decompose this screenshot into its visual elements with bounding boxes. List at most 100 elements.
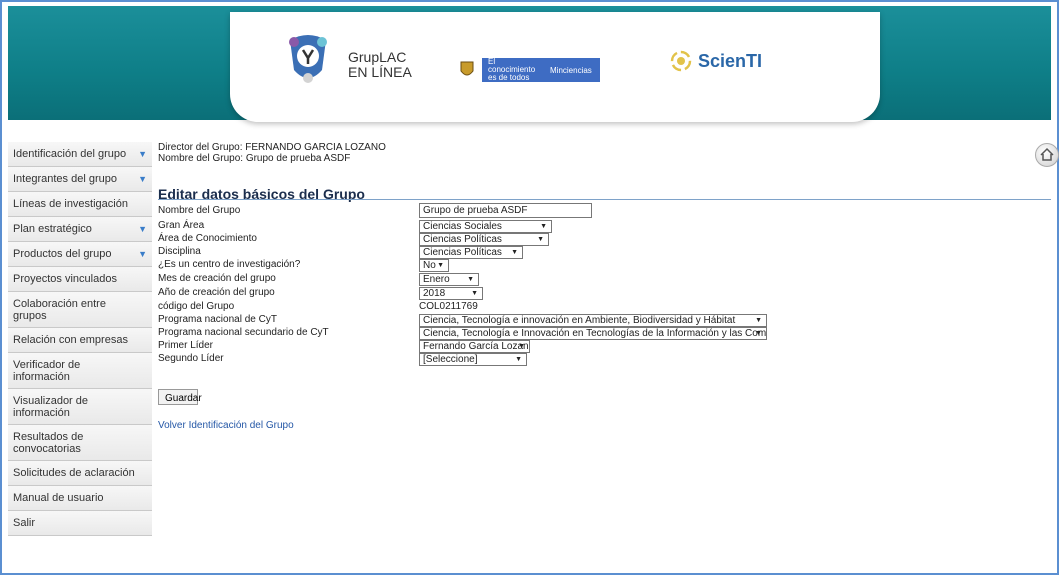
select-value: No [423,260,436,271]
sidebar-item-label: Productos del grupo [13,248,112,260]
chevron-down-icon: ▼ [138,249,147,259]
chevron-down-icon: ▼ [755,330,762,337]
chevron-down-icon: ▼ [518,343,525,350]
title-divider [158,199,1051,200]
gruplac-logo-icon [289,35,327,83]
sidebar-item-label: Resultados de convocatorias [13,430,84,455]
group-name-line: Nombre del Grupo: Grupo de prueba ASDF [158,153,386,164]
codigo-value: COL0211769 [419,301,478,312]
disciplina-select[interactable]: Ciencias Políticas ▼ [419,246,523,259]
select-value: Ciencias Políticas [423,234,502,245]
site-header: GrupLAC EN LÍNEA El conocimiento es de t… [8,6,1051,122]
chevron-down-icon: ▼ [537,236,544,243]
label-programa-sec: Programa nacional secundario de CyT [158,327,329,338]
programa-secundario-select[interactable]: Ciencia, Tecnología e Innovación en Tecn… [419,327,767,340]
sidebar-item-label: Manual de usuario [13,492,104,504]
gruplac-line1: GrupLAC [348,49,407,65]
select-value: Fernando García Lozano [423,341,530,352]
select-value: Ciencia, Tecnología e innovación en Ambi… [423,315,736,326]
chevron-down-icon: ▼ [755,317,762,324]
sidebar-item-visualizador[interactable]: Visualizador de información [8,389,152,425]
centro-select[interactable]: No ▼ [419,259,449,272]
chevron-down-icon: ▼ [511,249,518,256]
label-gran-area: Gran Área [158,220,205,231]
select-value: Ciencias Sociales [423,221,502,232]
chevron-down-icon: ▼ [138,174,147,184]
sidebar-item-productos[interactable]: Productos del grupo ▼ [8,242,152,267]
sidebar-item-solicitudes[interactable]: Solicitudes de aclaración [8,461,152,486]
director-value: FERNANDO GARCIA LOZANO [245,142,386,153]
select-value: Enero [423,274,450,285]
scienti-swirl-icon [670,50,692,72]
sidebar-item-resultados[interactable]: Resultados de convocatorias [8,425,152,461]
sidebar-item-integrantes[interactable]: Integrantes del grupo ▼ [8,167,152,192]
sidebar-item-label: Salir [13,517,36,529]
sidebar-item-label: Proyectos vinculados [13,273,117,285]
sidebar-item-identificacion[interactable]: Identificación del grupo ▼ [8,142,152,167]
label-disciplina: Disciplina [158,246,201,257]
colombia-shield-icon [460,61,474,76]
sidebar-item-label: Solicitudes de aclaración [13,467,135,479]
sidebar-item-verificador[interactable]: Verificador de información [8,353,152,389]
segundo-lider-select[interactable]: [Seleccione] ▼ [419,353,527,366]
back-link[interactable]: Volver Identificación del Grupo [158,420,294,431]
label-centro: ¿Es un centro de investigación? [158,259,301,270]
chevron-down-icon: ▼ [138,149,147,159]
label-programa: Programa nacional de CyT [158,314,277,325]
save-button[interactable]: Guardar [158,389,202,405]
label-area: Área de Conocimiento [158,233,257,244]
gruplac-line2: EN LÍNEA [348,64,412,80]
label-anio: Año de creación del grupo [158,287,275,298]
gov-slogan: El conocimiento es de todos [488,57,536,82]
home-button[interactable] [1035,143,1059,167]
sidebar-item-colaboracion[interactable]: Colaboración entre grupos [8,292,152,328]
label-primer-lider: Primer Líder [158,340,214,351]
sidebar-item-label: Identificación del grupo [13,148,127,160]
primer-lider-select[interactable]: Fernando García Lozano ▼ [419,340,530,353]
sidebar-item-label: Colaboración entre grupos [13,297,106,322]
group-name-input[interactable]: Grupo de prueba ASDF [419,203,592,218]
label-segundo-lider: Segundo Líder [158,353,224,364]
select-value: 2018 [423,288,446,299]
gran-area-select[interactable]: Ciencias Sociales ▼ [419,220,552,233]
chevron-down-icon: ▼ [515,356,522,363]
anio-select[interactable]: 2018 ▼ [419,287,483,300]
gov-ministry: Minciencias [550,65,592,75]
minciencias-banner: El conocimiento es de todos Minciencias [482,58,600,82]
sidebar-item-proyectos[interactable]: Proyectos vinculados [8,267,152,292]
sidebar-item-label: Integrantes del grupo [13,173,117,185]
sidebar-item-label: Visualizador de información [13,394,89,419]
minciencias-logo: El conocimiento es de todos Minciencias [460,56,600,84]
group-info: Director del Grupo: FERNANDO GARCIA LOZA… [158,142,386,202]
select-value: [Seleccione] [423,354,478,365]
sidebar-item-lineas[interactable]: Líneas de investigación [8,192,152,217]
sidebar-item-relacion[interactable]: Relación con empresas [8,328,152,353]
sidebar-item-label: Líneas de investigación [13,198,128,210]
home-icon [1040,147,1054,161]
sidebar-menu: Identificación del grupo ▼ Integrantes de… [8,142,152,536]
group-name-label: Nombre del Grupo: [158,153,244,164]
logo-banner: GrupLAC EN LÍNEA El conocimiento es de t… [230,12,880,122]
mes-select[interactable]: Enero ▼ [419,273,479,286]
group-name-value: Grupo de prueba ASDF [245,153,351,164]
label-nombre: Nombre del Grupo [158,205,241,216]
sidebar-item-manual[interactable]: Manual de usuario [8,486,152,511]
area-select[interactable]: Ciencias Políticas ▼ [419,233,549,246]
chevron-down-icon: ▼ [540,223,547,230]
chevron-down-icon: ▼ [138,224,147,234]
gruplac-wordmark: GrupLAC EN LÍNEA [348,50,412,80]
sidebar-item-plan[interactable]: Plan estratégico ▼ [8,217,152,242]
sidebar-item-label: Relación con empresas [13,334,128,346]
director-line: Director del Grupo: FERNANDO GARCIA LOZA… [158,142,386,153]
chevron-down-icon: ▼ [467,276,474,283]
sidebar-item-label: Plan estratégico [13,223,92,235]
label-mes: Mes de creación del grupo [158,273,276,284]
select-value: Ciencias Políticas [423,247,502,258]
sidebar-item-salir[interactable]: Salir [8,511,152,536]
label-codigo: código del Grupo [158,301,235,312]
select-value: Ciencia, Tecnología e Innovación en Tecn… [423,328,767,339]
chevron-down-icon: ▼ [471,290,478,297]
director-label: Director del Grupo: [158,142,243,153]
programa-select[interactable]: Ciencia, Tecnología e innovación en Ambi… [419,314,767,327]
chevron-down-icon: ▼ [437,262,444,269]
